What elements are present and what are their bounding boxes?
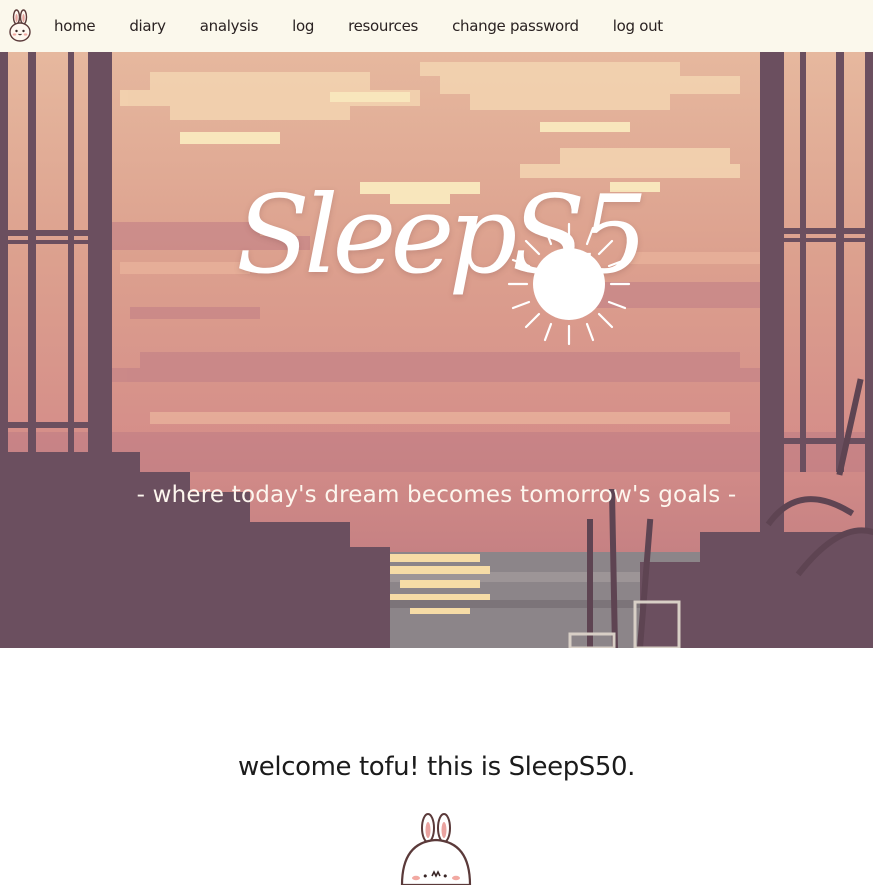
nav-change-password[interactable]: change password [452,0,579,52]
svg-text:•: • [442,870,449,883]
navbar: home diary analysis log resources change… [0,0,873,52]
sun-icon [507,222,631,346]
nav-log[interactable]: log [292,0,314,52]
hero-background-image [0,52,873,648]
hero-tagline: - where today's dream becomes tomorrow's… [136,482,737,508]
nav-diary[interactable]: diary [129,0,166,52]
hero-banner: SleepS5 - where today's dream becomes to… [0,52,873,648]
nav-home[interactable]: home [54,0,96,52]
nav-log-out[interactable]: log out [613,0,663,52]
page: home diary analysis log resources change… [0,0,873,885]
nav-analysis[interactable]: analysis [200,0,259,52]
bunny-icon[interactable] [8,9,32,43]
nav-resources[interactable]: resources [348,0,418,52]
svg-text:•: • [422,870,429,883]
bunny-mascot-icon: • • [400,813,472,885]
nav-links: home diary analysis log resources change… [54,0,697,52]
welcome-message: welcome tofu! this is SleepS50. [237,752,636,782]
